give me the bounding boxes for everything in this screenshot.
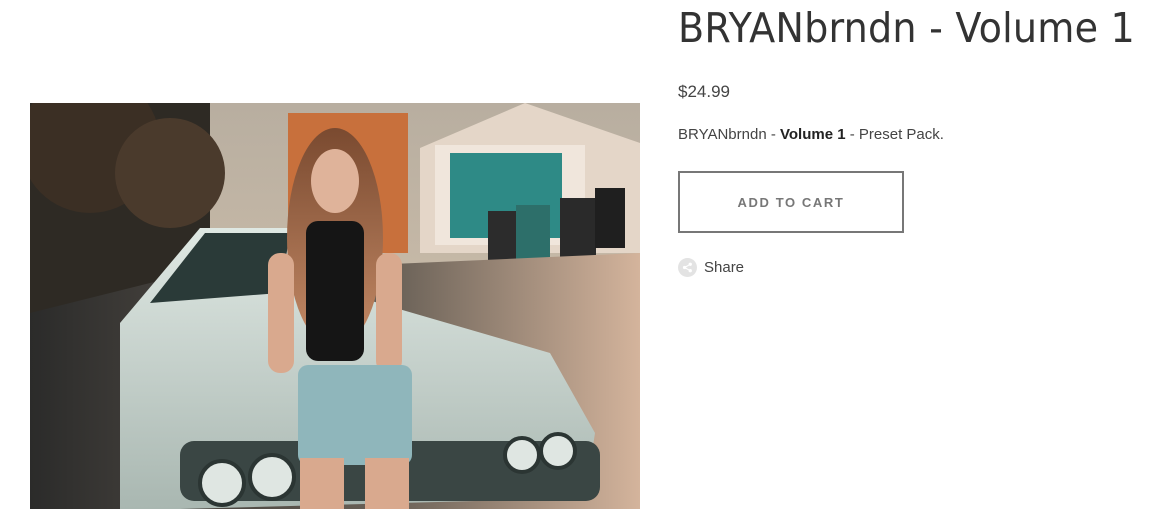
- excerpt-prefix: BRYANbrndn -: [678, 126, 780, 143]
- product-title: BRYANbrndn - Volume 1: [678, 4, 1136, 52]
- product-price: $24.99: [678, 82, 730, 101]
- share-button[interactable]: Share: [678, 258, 744, 277]
- product-image[interactable]: [30, 103, 640, 509]
- product-photo: [30, 103, 640, 509]
- excerpt-suffix: - Preset Pack.: [845, 126, 944, 143]
- product-excerpt: BRYANbrndn - Volume 1 - Preset Pack.: [678, 126, 944, 143]
- share-label: Share: [704, 259, 745, 276]
- share-icon: [678, 258, 697, 277]
- excerpt-bold: Volume 1: [780, 126, 846, 143]
- add-to-cart-button[interactable]: ADD TO CART: [678, 171, 904, 233]
